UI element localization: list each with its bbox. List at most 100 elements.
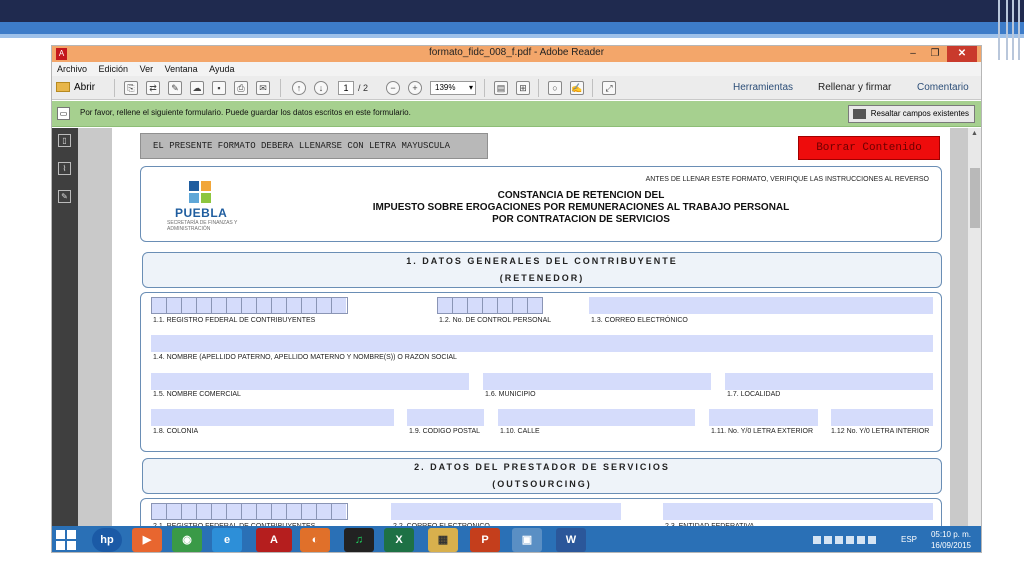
provider-state-field[interactable] <box>663 503 933 520</box>
fit-width-icon[interactable]: ⊞ <box>516 81 530 95</box>
maximize-button[interactable]: ❐ <box>925 46 945 62</box>
tools-tab[interactable]: Herramientas <box>733 80 793 96</box>
sign-icon[interactable]: ✍ <box>570 81 584 95</box>
taskbar-excel[interactable]: X <box>384 528 414 552</box>
form-title-line-1: CONSTANCIA DE RETENCION DEL <box>497 190 665 201</box>
provider-rfc-cells[interactable] <box>151 503 348 520</box>
section-2-subtitle: (OUTSOURCING) <box>492 479 592 489</box>
tray-icons[interactable] <box>813 536 893 546</box>
control-cells[interactable] <box>437 297 543 314</box>
scrollbar-thumb[interactable] <box>970 168 980 228</box>
comment-tab[interactable]: Comentario <box>917 80 969 96</box>
print-icon[interactable]: ⎙ <box>234 81 248 95</box>
presentation-slide: A formato_fidc_008_f.pdf - Adobe Reader … <box>0 0 1024 576</box>
language-indicator[interactable]: ESP <box>901 535 917 544</box>
taskbar-remote-desktop[interactable]: ▣ <box>512 528 542 552</box>
previous-page-icon[interactable]: ↑ <box>292 81 306 95</box>
taskbar-media-player[interactable]: ▶ <box>132 528 162 552</box>
signature-icon[interactable]: ✎ <box>58 190 71 203</box>
menu-ayuda[interactable]: Ayuda <box>209 62 234 76</box>
taskbar-spotify[interactable]: ♫ <box>344 528 374 552</box>
uppercase-notice-banner: EL PRESENTE FORMATO DEBERA LLENARSE CON … <box>140 133 488 159</box>
control-label: 1.2. No. DE CONTROL PERSONAL <box>439 317 552 324</box>
exterior-number-field[interactable] <box>709 409 818 426</box>
fill-sign-tab[interactable]: Rellenar y firmar <box>818 80 891 96</box>
highlight-fields-label: Resaltar campos existentes <box>870 109 969 118</box>
localidad-field[interactable] <box>725 373 933 390</box>
menu-ventana[interactable]: Ventana <box>165 62 198 76</box>
windows-taskbar: hp ▶ ◉ e A ◐ ♫ X ▦ P ▣ W ESP 05:10 p. m.… <box>52 526 981 552</box>
form-icon: ▭ <box>57 107 70 120</box>
name-field[interactable] <box>151 335 933 352</box>
rfc-cells[interactable] <box>151 297 348 314</box>
instructions-note: ANTES DE LLENAR ESTE FORMATO, VERIFIQUE … <box>645 176 929 183</box>
postal-code-field[interactable] <box>407 409 484 426</box>
calle-field[interactable] <box>498 409 695 426</box>
commercial-name-field[interactable] <box>151 373 469 390</box>
email-icon[interactable]: ✉ <box>256 81 270 95</box>
menu-ver[interactable]: Ver <box>140 62 154 76</box>
taskbar-adobe-reader[interactable]: A <box>256 528 292 552</box>
taskbar-hp[interactable]: hp <box>92 528 122 552</box>
taskbar-powerpoint[interactable]: P <box>470 528 500 552</box>
minimize-button[interactable]: – <box>903 46 923 62</box>
calle-label: 1.10. CALLE <box>500 428 540 435</box>
section-1-subtitle: (RETENEDOR) <box>499 273 585 283</box>
section-1-header: 1. DATOS GENERALES DEL CONTRIBUYENTE (RE… <box>142 252 942 288</box>
start-button[interactable] <box>56 530 76 550</box>
colonia-label: 1.8. COLONIA <box>153 428 199 435</box>
email-field[interactable] <box>589 297 933 314</box>
convert-icon[interactable]: ⇄ <box>146 81 160 95</box>
taskbar-word[interactable]: W <box>556 528 586 552</box>
toolbar-separator <box>280 79 281 97</box>
fit-page-icon[interactable]: ▤ <box>494 81 508 95</box>
toolbar-separator <box>114 79 115 97</box>
save-icon[interactable]: ▪ <box>212 81 226 95</box>
cloud-upload-icon[interactable]: ☁ <box>190 81 204 95</box>
municipio-field[interactable] <box>483 373 711 390</box>
open-button[interactable]: Abrir <box>56 79 95 97</box>
edit-icon[interactable]: ✎ <box>168 81 182 95</box>
slide-light-stripe <box>0 34 1024 38</box>
section-1-title: 1. DATOS GENERALES DEL CONTRIBUYENTE <box>406 256 678 266</box>
zoom-in-icon[interactable]: + <box>408 81 422 95</box>
highlight-fields-button[interactable]: Resaltar campos existentes <box>847 105 975 123</box>
scroll-up-icon[interactable]: ▲ <box>971 130 978 137</box>
clear-content-button[interactable]: Borrar Contenido <box>798 136 940 160</box>
email-label: 1.3. CORREO ELECTRÓNICO <box>591 317 688 324</box>
clock[interactable]: 05:10 p. m. 16/09/2015 <box>923 529 979 551</box>
create-pdf-icon[interactable]: ⎘ <box>124 81 138 95</box>
title-bar[interactable]: A formato_fidc_008_f.pdf - Adobe Reader … <box>52 46 981 62</box>
attachment-icon[interactable]: ⌇ <box>58 162 71 175</box>
menu-edicion[interactable]: Edición <box>99 62 129 76</box>
page-number-input[interactable]: 1 <box>338 81 354 95</box>
zoom-select[interactable]: 139% <box>430 81 476 95</box>
taskbar-file-explorer[interactable]: ▦ <box>428 528 458 552</box>
zoom-out-icon[interactable]: − <box>386 81 400 95</box>
slide-blue-stripe <box>0 22 1024 34</box>
taskbar-chrome[interactable]: ◉ <box>172 528 202 552</box>
colonia-field[interactable] <box>151 409 394 426</box>
taskbar-firefox[interactable]: ◐ <box>300 528 330 552</box>
name-label: 1.4. NOMBRE (APELLIDO PATERNO, APELLIDO … <box>153 354 457 361</box>
document-viewport[interactable]: EL PRESENTE FORMATO DEBERA LLENARSE CON … <box>78 128 968 538</box>
clock-time: 05:10 p. m. <box>930 530 972 539</box>
pages-icon[interactable]: ▯ <box>58 134 71 147</box>
logo-wordmark: PUEBLA <box>175 206 228 220</box>
close-button[interactable]: ✕ <box>947 46 977 62</box>
next-page-icon[interactable]: ↓ <box>314 81 328 95</box>
folder-icon <box>56 82 70 93</box>
pdf-page: EL PRESENTE FORMATO DEBERA LLENARSE CON … <box>112 128 950 538</box>
vertical-scrollbar[interactable]: ▲ <box>968 128 981 526</box>
toolbar-separator <box>592 79 593 97</box>
slide-top-band <box>0 0 1024 22</box>
comment-bubble-icon[interactable]: ○ <box>548 81 562 95</box>
clock-date: 16/09/2015 <box>930 541 972 550</box>
provider-email-field[interactable] <box>391 503 621 520</box>
menu-archivo[interactable]: Archivo <box>57 62 87 76</box>
rfc-label: 1.1. REGISTRO FEDERAL DE CONTRIBUYENTES <box>153 317 316 324</box>
interior-number-field[interactable] <box>831 409 933 426</box>
expand-icon[interactable]: ⤢ <box>602 81 616 95</box>
page-total: / 2 <box>358 83 369 93</box>
taskbar-internet-explorer[interactable]: e <box>212 528 242 552</box>
